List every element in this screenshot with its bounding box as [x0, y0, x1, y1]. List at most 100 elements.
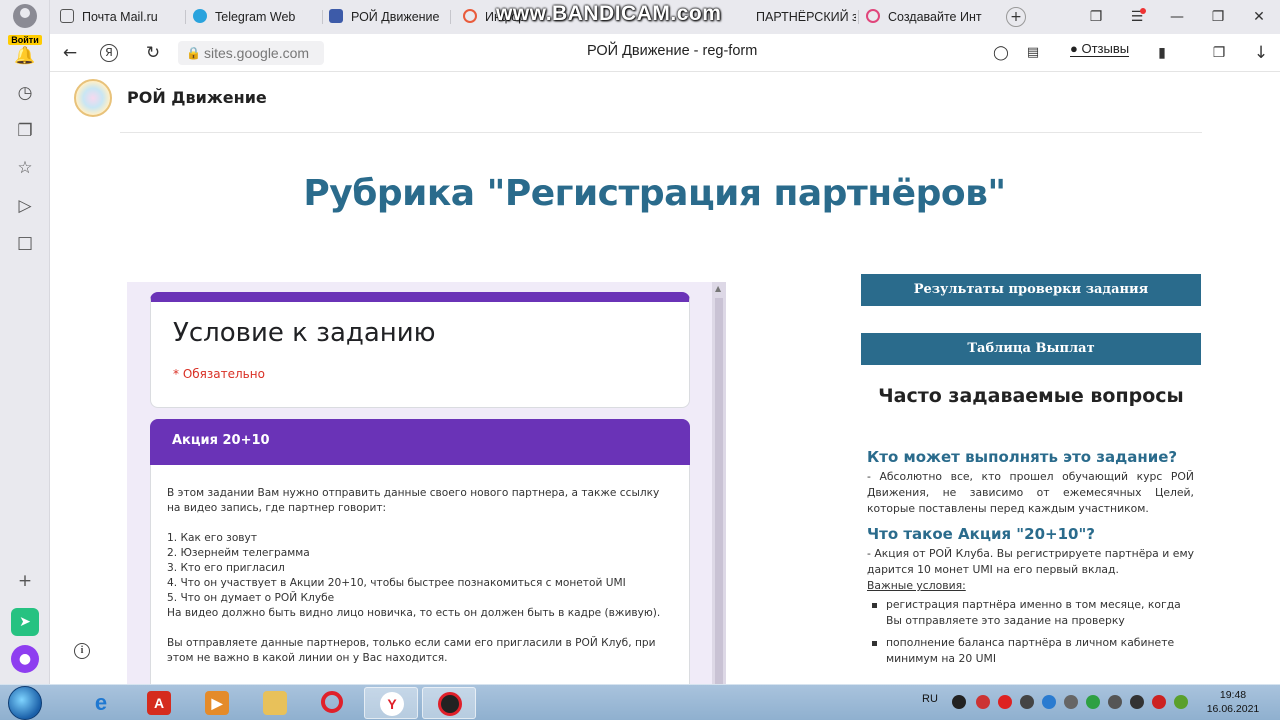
collections-icon[interactable]: ❐	[14, 120, 36, 142]
media-player-taskbar-icon[interactable]: ▶	[190, 687, 244, 719]
faq-title: Часто задаваемые вопросы	[878, 385, 1184, 407]
calendar-icon[interactable]: □	[14, 232, 36, 254]
list-item: пополнение баланса партнёра в личном каб…	[867, 635, 1194, 667]
start-button[interactable]	[8, 686, 42, 720]
ie-taskbar-icon[interactable]: e	[74, 687, 128, 719]
tabs-list-icon[interactable]: ❐	[1084, 6, 1108, 28]
flag-tray-icon[interactable]	[1152, 695, 1166, 709]
intro-text: В этом задании Вам нужно отправить данны…	[167, 487, 660, 514]
login-label: Войти	[8, 35, 42, 45]
share-icon[interactable]: ❐	[1208, 42, 1230, 64]
tab-label: Почта Mail.ru	[82, 10, 158, 24]
opera-taskbar-icon[interactable]	[306, 687, 360, 719]
scroll-thumb[interactable]	[715, 298, 723, 684]
alice-assistant-icon[interactable]: ●	[11, 645, 39, 673]
url-field[interactable]: 🔒 sites.google.com	[178, 41, 324, 65]
clock-date: 16.06.2021	[1206, 703, 1260, 715]
language-indicator[interactable]: RU	[922, 693, 938, 705]
faq-list: Кто может выполнять это задание? - Абсол…	[867, 448, 1194, 673]
section-title: Акция 20+10	[172, 433, 270, 448]
site-logo[interactable]	[74, 79, 112, 117]
video-play-icon[interactable]: ▷	[14, 195, 36, 217]
add-panel-icon[interactable]: +	[14, 570, 36, 592]
yandex-browser-taskbar-icon[interactable]: Y	[364, 687, 418, 719]
bookmark-icon[interactable]: ▮	[1151, 42, 1173, 64]
embedded-form: Условие к заданию * Обязательно Акция 20…	[127, 282, 726, 684]
footer-note: Вы отправляете данные партнеров, только …	[167, 637, 656, 664]
page-content: РОЙ Движение Рубрика "Регистрация партнё…	[50, 73, 1280, 684]
messenger-app-icon[interactable]: ➤	[11, 608, 39, 636]
payouts-button[interactable]: Таблица Выплат	[861, 333, 1201, 365]
list-item: 2. Юзернейм телеграмма	[167, 547, 310, 559]
form-section-card: Акция 20+10 В этом задании Вам нужно отп…	[150, 419, 690, 684]
page-heading: Рубрика "Регистрация партнёров"	[303, 173, 1006, 214]
maximize-icon[interactable]: ❐	[1206, 6, 1230, 28]
bell-icon[interactable]: 🔔	[14, 45, 36, 67]
reload-icon[interactable]: ↻	[142, 42, 164, 64]
history-icon[interactable]: ◷	[14, 82, 36, 104]
tab-telegram[interactable]: Telegram Web	[193, 6, 319, 28]
usb-tray-icon[interactable]	[1064, 695, 1078, 709]
info-favicon-icon	[463, 9, 477, 23]
form-scrollbar[interactable]: ▲	[712, 282, 726, 684]
menu-icon[interactable]: ☰	[1125, 6, 1149, 28]
lock-icon: 🔒	[186, 46, 201, 60]
network-tray-icon[interactable]	[1042, 695, 1056, 709]
list-item: 3. Кто его пригласил	[167, 562, 285, 574]
site-name[interactable]: РОЙ Движение	[127, 88, 267, 107]
bookmarks-star-icon[interactable]: ☆	[14, 157, 36, 179]
login-button[interactable]: Войти	[6, 4, 44, 45]
faq-answer: - Акция от РОЙ Клуба. Вы регистрируете п…	[867, 547, 1194, 576]
record-tray-icon[interactable]	[952, 695, 966, 709]
list-item: 4. Что он участвует в Акции 20+10, чтобы…	[167, 577, 626, 589]
list-item: 1. Как его зовут	[167, 532, 257, 544]
bandicam-taskbar-icon[interactable]	[422, 687, 476, 719]
bandicam-watermark: www.BANDICAM.com	[496, 2, 722, 25]
telegram-favicon-icon	[193, 9, 207, 23]
new-tab-button[interactable]: +	[1006, 7, 1026, 27]
tab-mail[interactable]: Почта Mail.ru	[60, 6, 180, 28]
create-favicon-icon	[866, 9, 880, 23]
conditions-list: регистрация партнёра именно в том месяце…	[867, 597, 1194, 667]
form-title: Условие к заданию	[173, 318, 436, 348]
minimize-icon[interactable]: —	[1165, 6, 1189, 28]
clock[interactable]: 19:48 16.06.2021	[1200, 688, 1266, 716]
form-header-card: Условие к заданию * Обязательно	[150, 292, 690, 408]
taskbar: e A ▶ Y RU 19:48 16.06.2021	[0, 684, 1280, 720]
volume-icon[interactable]	[1108, 695, 1122, 709]
sites-favicon-icon	[329, 9, 343, 23]
required-note: * Обязательно	[173, 367, 265, 381]
tab-label: Telegram Web	[215, 10, 296, 24]
divider	[120, 132, 1202, 133]
scroll-up-icon[interactable]: ▲	[715, 284, 721, 293]
list-item: 5. Что он думает о РОЙ Клубе	[167, 592, 335, 604]
reviews-label: Отзывы	[1081, 41, 1130, 56]
download-tray-icon[interactable]	[1086, 695, 1100, 709]
tab-roy[interactable]: РОЙ Движение	[329, 6, 442, 28]
close-icon[interactable]: ✕	[1247, 6, 1271, 28]
info-icon[interactable]: i	[74, 643, 90, 659]
address-bar: ← Я ↻ 🔒 sites.google.com РОЙ Движение - …	[50, 34, 1280, 72]
explorer-taskbar-icon[interactable]	[248, 687, 302, 719]
results-button[interactable]: Результаты проверки задания	[861, 274, 1201, 306]
tab-create[interactable]: Создавайте Инт	[866, 6, 992, 28]
reviews-link[interactable]: ● Отзывы	[1070, 41, 1130, 57]
headphones-icon[interactable]: ◯	[990, 42, 1012, 64]
yandex-tray-icon[interactable]	[976, 695, 990, 709]
download-icon[interactable]: ↓	[1250, 42, 1272, 64]
yandex-icon[interactable]: Я	[100, 44, 118, 62]
tab-partner[interactable]: ПАРТНЁРСКИЙ з	[756, 6, 856, 28]
nvidia-tray-icon[interactable]	[1174, 695, 1188, 709]
reader-icon[interactable]: ▤	[1022, 42, 1044, 64]
back-icon[interactable]: ←	[59, 42, 81, 64]
tray-icon[interactable]	[1020, 695, 1034, 709]
list-item: регистрация партнёра именно в том месяце…	[867, 597, 1194, 629]
pdf-taskbar-icon[interactable]: A	[132, 687, 186, 719]
avatar-icon	[13, 4, 37, 28]
faq-answer: - Абсолютно все, кто прошел обучающий ку…	[867, 470, 1194, 515]
opera-tray-icon[interactable]	[998, 695, 1012, 709]
url-text: sites.google.com	[204, 45, 310, 61]
tab-label: РОЙ Движение	[351, 10, 440, 24]
tab-label: Создавайте Инт	[888, 10, 982, 24]
signal-tray-icon[interactable]	[1130, 695, 1144, 709]
